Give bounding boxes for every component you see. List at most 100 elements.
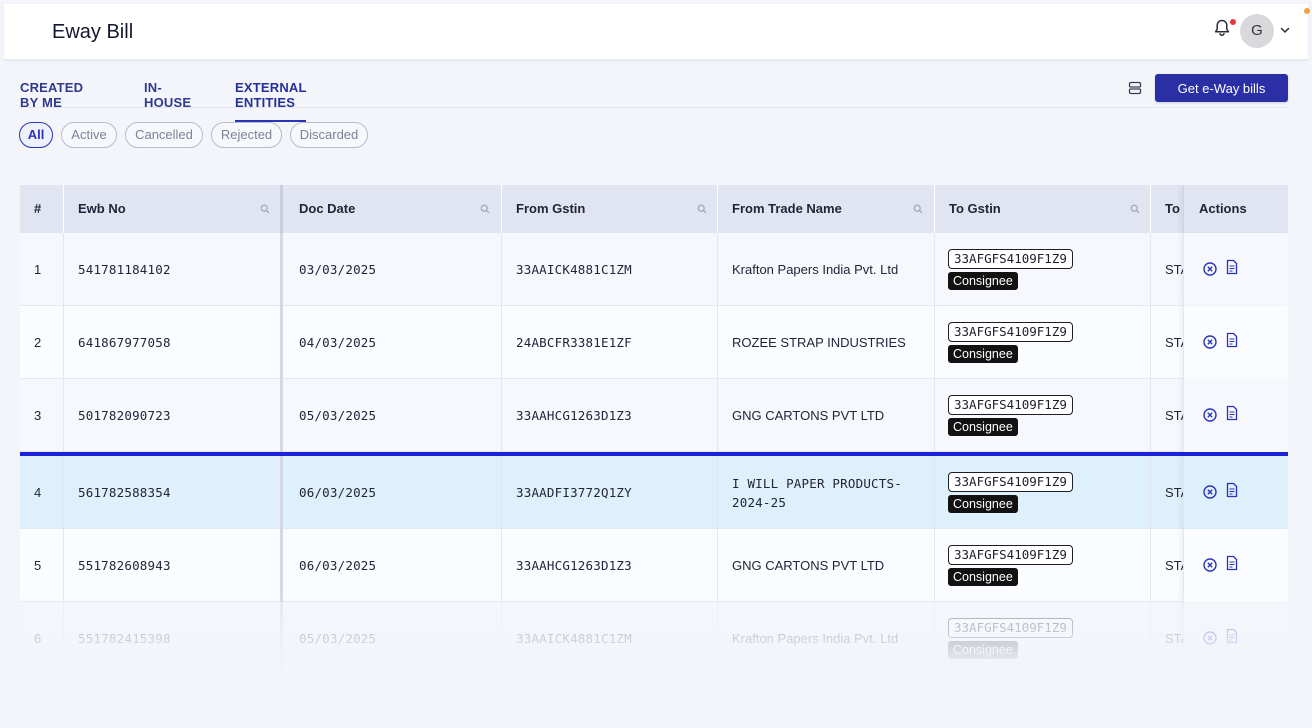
row-number: 4 bbox=[34, 485, 42, 500]
from-gstin: 33AAICK4881C1ZM bbox=[516, 262, 632, 277]
doc-date: 06/03/2025 bbox=[299, 485, 377, 500]
filter-chip-rejected[interactable]: Rejected bbox=[211, 122, 282, 148]
row-actions bbox=[1183, 233, 1288, 306]
tab-created-by-me[interactable]: CREATED BY ME bbox=[20, 80, 83, 120]
row-number: 5 bbox=[34, 558, 42, 573]
cancel-circle-icon[interactable] bbox=[1202, 630, 1218, 646]
get-eway-bills-button[interactable]: Get e-Way bills bbox=[1155, 74, 1288, 102]
to-gstin: 33AFGFS4109F1Z9 bbox=[948, 322, 1073, 342]
to-gstin: 33AFGFS4109F1Z9 bbox=[948, 249, 1073, 269]
search-icon[interactable] bbox=[480, 204, 490, 214]
consignee-badge: Consignee bbox=[948, 418, 1018, 436]
cancel-circle-icon[interactable] bbox=[1202, 557, 1218, 573]
document-icon[interactable] bbox=[1224, 259, 1240, 275]
consignee-badge: Consignee bbox=[948, 345, 1018, 363]
ewb-number: 641867977058 bbox=[78, 335, 171, 350]
row-actions bbox=[1183, 529, 1288, 602]
to-trade-name: STA bbox=[1165, 262, 1185, 277]
from-trade-name-line2: 2024-25 bbox=[732, 494, 787, 510]
document-icon[interactable] bbox=[1224, 628, 1240, 644]
doc-date: 05/03/2025 bbox=[299, 408, 377, 423]
cancel-circle-icon[interactable] bbox=[1202, 334, 1218, 350]
from-gstin: 33AAHCG1263D1Z3 bbox=[516, 408, 632, 423]
doc-date: 04/03/2025 bbox=[299, 335, 377, 350]
status-dot bbox=[1304, 8, 1310, 14]
filter-chip-all[interactable]: All bbox=[19, 122, 53, 148]
table-row[interactable]: 2 641867977058 04/03/2025 24ABCFR3381E1Z… bbox=[20, 306, 1288, 379]
table-row[interactable]: 3 501782090723 05/03/2025 33AAHCG1263D1Z… bbox=[20, 379, 1288, 452]
table-row[interactable]: 1 541781184102 03/03/2025 33AAICK4881C1Z… bbox=[20, 233, 1288, 306]
bell-icon[interactable] bbox=[1212, 18, 1232, 38]
from-trade-name: GNG CARTONS PVT LTD bbox=[732, 558, 885, 573]
from-trade-name: I WILL PAPER PRODUCTS- 2024-25 bbox=[732, 456, 902, 529]
column-header-ewb-no[interactable]: Ewb No bbox=[78, 185, 126, 233]
table-row-selected[interactable]: 4 561782588354 06/03/2025 33AADFI3772Q1Z… bbox=[20, 452, 1288, 529]
from-gstin: 33AAHCG1263D1Z3 bbox=[516, 558, 632, 573]
cancel-circle-icon[interactable] bbox=[1202, 407, 1218, 423]
row-number: 6 bbox=[34, 631, 42, 646]
row-actions bbox=[1183, 456, 1288, 529]
from-gstin: 33AADFI3772Q1ZY bbox=[516, 485, 632, 500]
column-header-to-trade-name[interactable]: To T bbox=[1165, 185, 1183, 233]
tab-external-entities[interactable]: EXTERNAL ENTITIES bbox=[235, 80, 306, 122]
avatar[interactable]: G bbox=[1240, 14, 1274, 48]
from-trade-name: Krafton Papers India Pvt. Ltd bbox=[732, 631, 899, 646]
tabs-divider bbox=[20, 107, 1288, 108]
to-gstin: 33AFGFS4109F1Z9 bbox=[948, 395, 1073, 415]
row-actions bbox=[1183, 602, 1288, 675]
doc-date: 06/03/2025 bbox=[299, 558, 377, 573]
to-trade-name: STA bbox=[1165, 558, 1185, 573]
table-row[interactable]: 5 551782608943 06/03/2025 33AAHCG1263D1Z… bbox=[20, 529, 1288, 602]
to-trade-name: STA bbox=[1165, 631, 1185, 646]
ewb-number: 501782090723 bbox=[78, 408, 171, 423]
chevron-down-icon[interactable] bbox=[1279, 24, 1291, 36]
search-icon[interactable] bbox=[697, 204, 707, 214]
layout-toggle-icon[interactable] bbox=[1127, 80, 1143, 96]
to-trade-name: STA bbox=[1165, 335, 1185, 350]
search-icon[interactable] bbox=[913, 204, 923, 214]
filter-chip-cancelled[interactable]: Cancelled bbox=[125, 122, 203, 148]
column-header-from-trade-name[interactable]: From Trade Name bbox=[732, 185, 842, 233]
to-gstin: 33AFGFS4109F1Z9 bbox=[948, 618, 1073, 638]
consignee-badge: Consignee bbox=[948, 641, 1018, 659]
app-title: Eway Bill bbox=[52, 21, 134, 43]
ewb-number: 541781184102 bbox=[78, 262, 171, 277]
document-icon[interactable] bbox=[1224, 555, 1240, 571]
row-number: 2 bbox=[34, 335, 42, 350]
cancel-circle-icon[interactable] bbox=[1202, 261, 1218, 277]
row-number: 1 bbox=[34, 262, 42, 277]
doc-date: 03/03/2025 bbox=[299, 262, 377, 277]
consignee-badge: Consignee bbox=[948, 495, 1018, 513]
column-header-from-gstin[interactable]: From Gstin bbox=[516, 185, 585, 233]
column-header-actions: Actions bbox=[1183, 185, 1288, 233]
column-header-number: # bbox=[34, 201, 42, 216]
from-trade-name-line1: I WILL PAPER PRODUCTS- bbox=[732, 475, 902, 491]
from-trade-name: Krafton Papers India Pvt. Ltd bbox=[732, 262, 899, 277]
to-trade-name: STA bbox=[1165, 485, 1185, 500]
from-trade-name: ROZEE STRAP INDUSTRIES bbox=[732, 335, 906, 350]
top-bar: Eway Bill bbox=[4, 4, 1308, 60]
eway-bill-table: # Ewb No Doc Date From Gstin From Trade … bbox=[20, 185, 1288, 675]
cancel-circle-icon[interactable] bbox=[1202, 484, 1218, 500]
from-gstin: 33AAICK4881C1ZM bbox=[516, 631, 632, 646]
consignee-badge: Consignee bbox=[948, 568, 1018, 586]
filter-chip-active[interactable]: Active bbox=[61, 122, 117, 148]
column-header-to-gstin[interactable]: To Gstin bbox=[949, 185, 1001, 233]
row-actions bbox=[1183, 379, 1288, 452]
document-icon[interactable] bbox=[1224, 405, 1240, 421]
tab-in-house[interactable]: IN-HOUSE bbox=[144, 80, 191, 120]
column-header-doc-date[interactable]: Doc Date bbox=[299, 185, 355, 233]
document-icon[interactable] bbox=[1224, 332, 1240, 348]
filter-chip-discarded[interactable]: Discarded bbox=[290, 122, 368, 148]
table-header: # Ewb No Doc Date From Gstin From Trade … bbox=[20, 185, 1288, 233]
from-gstin: 24ABCFR3381E1ZF bbox=[516, 335, 632, 350]
ewb-number: 551782415398 bbox=[78, 631, 171, 646]
document-icon[interactable] bbox=[1224, 482, 1240, 498]
ewb-number: 561782588354 bbox=[78, 485, 171, 500]
table-row[interactable]: 6 551782415398 05/03/2025 33AAICK4881C1Z… bbox=[20, 602, 1288, 675]
row-number: 3 bbox=[34, 408, 42, 423]
notification-dot bbox=[1230, 19, 1236, 25]
row-actions bbox=[1183, 306, 1288, 379]
search-icon[interactable] bbox=[1130, 204, 1140, 214]
search-icon[interactable] bbox=[260, 204, 270, 214]
